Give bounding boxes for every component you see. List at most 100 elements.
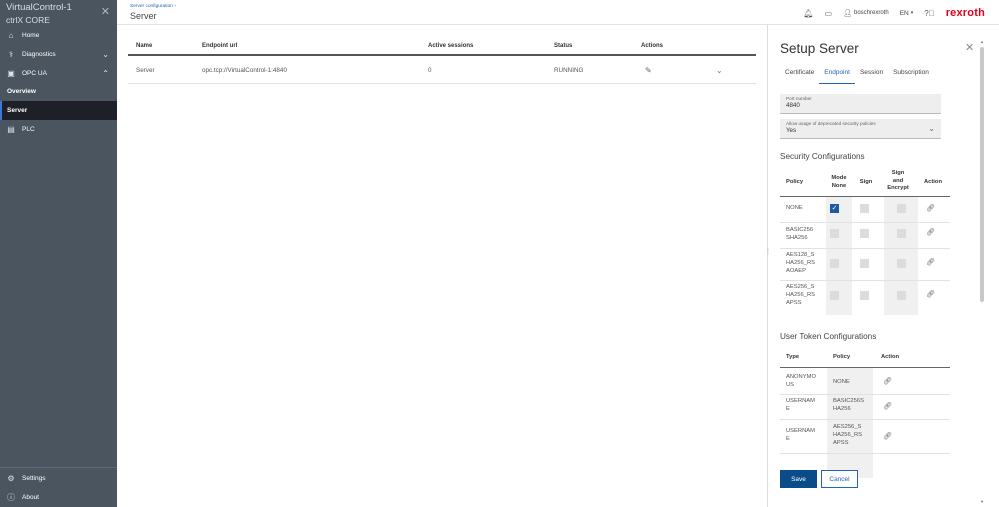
setup-server-panel: Setup Server ✕ Certificate Endpoint Sess… [768, 25, 999, 507]
sign-checkbox[interactable] [860, 229, 869, 238]
diagnostics-icon: ⚕ [8, 50, 14, 59]
column-header: Type [786, 354, 800, 360]
save-button[interactable]: Save [780, 470, 817, 488]
policy-line: HA256_RS [833, 432, 863, 438]
policy-line: HA256_RS [786, 260, 816, 266]
mode-none-checkbox[interactable] [830, 259, 839, 268]
mode-none-checkbox[interactable] [830, 229, 839, 238]
tab-session[interactable]: Session [855, 67, 888, 84]
close-icon[interactable]: ✕ [101, 5, 110, 18]
type-line: USERNAM [786, 398, 815, 404]
link-icon[interactable]: 🔗︎ [883, 432, 892, 440]
scrollbar-thumb[interactable] [980, 47, 984, 302]
sidebar-item-plc[interactable]: ▤ PLC [0, 120, 117, 139]
mode-none-checkbox[interactable]: ✓ [830, 204, 839, 213]
header-line: Mode [831, 175, 847, 181]
sign-checkbox[interactable] [860, 204, 869, 213]
sidebar-item-label: OPC UA [22, 70, 47, 77]
user-menu[interactable]: 👤︎ boschrexroth [843, 9, 889, 17]
scroll-down-icon[interactable]: ▼ [979, 499, 985, 504]
edit-icon[interactable]: ✎ [645, 66, 652, 75]
tab-subscription[interactable]: Subscription [888, 67, 934, 84]
sign-encrypt-checkbox[interactable] [897, 204, 906, 213]
sidebar-item-home[interactable]: ⌂ Home [0, 26, 117, 45]
policy-line: AES256_S [786, 284, 815, 290]
header-line: Encrypt [887, 185, 909, 191]
link-icon[interactable]: 🔗︎ [926, 228, 935, 236]
panel-title: Setup Server [780, 41, 859, 56]
scroll-up-icon[interactable]: ▲ [979, 39, 985, 44]
language-select[interactable]: EN ▾ [900, 10, 914, 17]
sidebar-item-diagnostics[interactable]: ⚕ Diagnostics ⌄ [0, 45, 117, 64]
sign-encrypt-checkbox[interactable] [897, 229, 906, 238]
opcua-icon: ▣ [7, 69, 15, 78]
folder-icon[interactable]: ▭ [825, 9, 833, 18]
sign-encrypt-checkbox[interactable] [897, 291, 906, 300]
caret-down-icon: ▾ [910, 10, 914, 16]
row-divider [780, 222, 950, 223]
panel-scrollbar[interactable]: ▲ ▼ [979, 39, 985, 505]
chevron-up-icon: ⌃ [102, 69, 109, 78]
cancel-button[interactable]: Cancel [821, 470, 858, 488]
device-type: ctrlX CORE [6, 15, 50, 25]
sidebar-item-label: PLC [22, 126, 35, 133]
chevron-down-icon[interactable]: ⌄ [716, 66, 723, 75]
sidebar-item-settings[interactable]: ⚙ Settings [0, 469, 117, 488]
column-header: Action [881, 354, 900, 360]
sign-encrypt-checkbox[interactable] [897, 259, 906, 268]
sidebar-item-server[interactable]: Server [0, 101, 117, 120]
page-title: Server [130, 11, 157, 21]
column-header: Policy [833, 354, 851, 360]
security-config-title: Security Configurations [780, 152, 865, 161]
row-divider [780, 419, 950, 420]
link-icon[interactable]: 🔗︎ [883, 377, 892, 385]
column-header: Name [136, 42, 153, 49]
sidebar-item-opcua[interactable]: ▣ OPC UA ⌃ [0, 64, 117, 83]
policy-cell: NONE [833, 379, 850, 385]
bell-icon[interactable]: 🔔︎ [803, 9, 813, 18]
sidebar: VirtualControl-1 ctrlX CORE ✕ ⌂ Home ⚕ D… [0, 0, 117, 507]
policy-cell: AES128_S HA256_RS AOAEP [786, 251, 815, 275]
close-icon[interactable]: ✕ [965, 41, 974, 54]
deprecated-policies-select[interactable]: Allow usage of deprecated security polic… [780, 119, 941, 139]
policy-cell: NONE [786, 205, 803, 211]
help-icon[interactable]: ?⃝ [924, 9, 934, 18]
sign-checkbox[interactable] [860, 291, 869, 300]
policy-line: HA256_RS [786, 292, 816, 298]
header-line: Sign [891, 170, 905, 176]
column-header: Endpoint url [202, 42, 238, 49]
link-icon[interactable]: 🔗︎ [926, 290, 935, 298]
tab-certificate[interactable]: Certificate [780, 67, 819, 84]
sidebar-item-about[interactable]: ⓘ About [0, 488, 117, 507]
field-value: 4840 [786, 102, 800, 109]
policy-line: AES256_S [833, 424, 862, 430]
sidebar-item-overview[interactable]: Overview [0, 82, 117, 101]
type-line: ANONYMO [786, 374, 816, 380]
chevron-down-icon: ⌄ [928, 124, 935, 133]
policy-cell: BASIC256 SHA256 [786, 226, 813, 242]
mode-none-checkbox[interactable] [830, 291, 839, 300]
column-header: Mode None [828, 175, 850, 190]
link-icon[interactable]: 🔗︎ [926, 204, 935, 212]
tab-endpoint[interactable]: Endpoint [819, 67, 855, 84]
sidebar-item-label: Diagnostics [22, 51, 56, 58]
gear-icon: ⚙ [7, 474, 15, 483]
link-icon[interactable]: 🔗︎ [926, 258, 935, 266]
table-header: Name Endpoint url Active sessions Status… [128, 37, 756, 56]
field-value: Yes [786, 127, 797, 134]
policy-line: SHA256 [786, 235, 808, 241]
cell-name: Server [136, 67, 155, 74]
sidebar-item-label: About [22, 494, 39, 501]
link-icon[interactable]: 🔗︎ [883, 402, 892, 410]
user-token-title: User Token Configurations [780, 332, 877, 341]
breadcrumb[interactable]: Server configuration › [130, 4, 176, 9]
user-icon: 👤︎ [843, 10, 852, 17]
type-line: E [786, 406, 790, 412]
column-header: Policy [786, 179, 804, 185]
port-number-field[interactable]: Port number 4840 [780, 94, 941, 114]
policy-cell: BASIC256S HA256 [833, 397, 864, 413]
type-cell: USERNAM E [786, 397, 815, 413]
table-row[interactable]: Server opc.tcp://VirtualControl-1:4840 0… [128, 58, 756, 84]
policy-line: BASIC256 [786, 227, 814, 233]
sign-checkbox[interactable] [860, 259, 869, 268]
